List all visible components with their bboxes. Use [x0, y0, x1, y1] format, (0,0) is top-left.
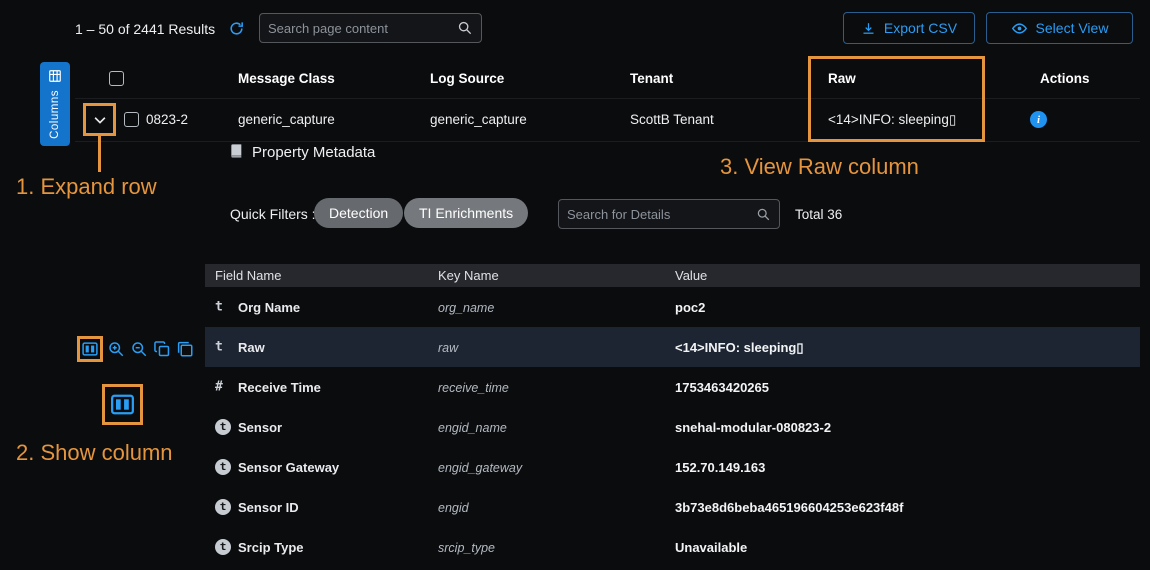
annotation-line-step1: [98, 136, 101, 172]
chevron-down-icon: [91, 111, 109, 129]
details-row[interactable]: Sensor Gateway engid_gateway 152.70.149.…: [205, 447, 1140, 487]
copy-all-button[interactable]: [176, 340, 194, 358]
details-search-input[interactable]: [567, 207, 750, 222]
show-column-button[interactable]: [81, 340, 99, 358]
zoom-out-icon: [130, 340, 148, 358]
copy-all-icon: [176, 340, 194, 358]
field-name: Sensor: [238, 420, 282, 435]
field-name: Srcip Type: [238, 540, 304, 555]
field-name: Org Name: [238, 300, 300, 315]
key-name: org_name: [438, 301, 494, 315]
filter-ti-enrichments[interactable]: TI Enrichments: [404, 198, 528, 228]
row-tenant: ScottB Tenant: [630, 112, 714, 127]
field-name: Raw: [238, 340, 265, 355]
text-circle-type-icon: [215, 459, 231, 475]
search-icon: [457, 20, 473, 36]
select-view-button[interactable]: Select View: [986, 12, 1133, 44]
expand-row-button[interactable]: [87, 107, 112, 132]
details-header-key: Key Name: [438, 268, 499, 283]
page-search: [259, 13, 482, 43]
page-search-input[interactable]: [268, 21, 451, 36]
details-header-value: Value: [675, 268, 707, 283]
log-viewer-screen: 1 – 50 of 2441 Results Export CSV Select…: [0, 0, 1150, 570]
annotation-box-raw-column: [808, 56, 985, 142]
field-value: poc2: [675, 300, 705, 315]
details-table-header: Field Name Key Name Value: [205, 264, 1140, 287]
field-value: snehal-modular-080823-2: [675, 420, 831, 435]
info-icon[interactable]: i: [1030, 111, 1047, 128]
key-name: srcip_type: [438, 541, 495, 555]
key-name: raw: [438, 341, 458, 355]
row-log-source: generic_capture: [430, 112, 527, 127]
columns-button-label: Columns: [49, 90, 61, 139]
details-row[interactable]: Receive Time receive_time 1753463420265: [205, 367, 1140, 407]
text-type-icon: [215, 341, 223, 354]
key-name: engid_gateway: [438, 461, 522, 475]
column-header-tenant[interactable]: Tenant: [630, 71, 673, 86]
key-name: engid_name: [438, 421, 507, 435]
column-header-log-source[interactable]: Log Source: [430, 71, 504, 86]
show-column-button-large[interactable]: [109, 391, 136, 418]
key-name: engid: [438, 501, 469, 515]
refresh-button[interactable]: [228, 20, 245, 37]
field-value: 152.70.149.163: [675, 460, 765, 475]
select-view-label: Select View: [1036, 20, 1109, 36]
field-value: <14>INFO: sleeping▯: [675, 340, 804, 356]
details-header-field: Field Name: [215, 268, 281, 283]
section-title: Property Metadata: [252, 144, 375, 161]
show-column-icon: [109, 391, 136, 418]
copy-button[interactable]: [153, 340, 171, 358]
row-id: 0823-2: [146, 112, 188, 127]
results-count: 1 – 50 of 2441 Results: [75, 21, 215, 37]
row-divider: [75, 141, 1140, 142]
download-icon: [861, 21, 876, 36]
text-type-icon: [215, 301, 223, 314]
export-csv-button[interactable]: Export CSV: [843, 12, 975, 44]
show-column-icon: [81, 340, 99, 358]
export-csv-label: Export CSV: [884, 20, 957, 36]
details-row-raw-highlighted[interactable]: Raw raw <14>INFO: sleeping▯: [205, 327, 1140, 367]
total-count: Total 36: [795, 207, 842, 222]
row-message-class: generic_capture: [238, 112, 335, 127]
grid-icon: [48, 69, 62, 83]
quick-filters-label: Quick Filters :: [230, 206, 316, 222]
field-value: 3b73e8d6beba465196604253e623f48f: [675, 500, 903, 515]
column-header-message-class[interactable]: Message Class: [238, 71, 335, 86]
field-value: 1753463420265: [675, 380, 769, 395]
field-name: Sensor Gateway: [238, 460, 339, 475]
text-circle-type-icon: [215, 539, 231, 555]
field-value: Unavailable: [675, 540, 747, 555]
key-name: receive_time: [438, 381, 509, 395]
text-circle-type-icon: [215, 499, 231, 515]
details-search: [558, 199, 780, 229]
zoom-in-icon: [107, 340, 125, 358]
select-all-checkbox[interactable]: [109, 71, 124, 86]
text-circle-type-icon: [215, 419, 231, 435]
annotation-step3: 3. View Raw column: [720, 154, 919, 180]
row-checkbox[interactable]: [124, 112, 139, 127]
details-row[interactable]: Sensor ID engid 3b73e8d6beba465196604253…: [205, 487, 1140, 527]
annotation-step1: 1. Expand row: [16, 174, 157, 200]
refresh-icon: [228, 20, 245, 37]
zoom-out-button[interactable]: [130, 340, 148, 358]
details-row[interactable]: Srcip Type srcip_type Unavailable: [205, 527, 1140, 567]
annotation-step2: 2. Show column: [16, 440, 173, 466]
column-header-actions: Actions: [1040, 71, 1090, 86]
search-icon: [756, 207, 771, 222]
details-row[interactable]: Org Name org_name poc2: [205, 287, 1140, 327]
header-divider: [75, 98, 1140, 99]
zoom-in-button[interactable]: [107, 340, 125, 358]
columns-button[interactable]: Columns: [40, 62, 70, 146]
column-header-raw[interactable]: Raw: [828, 71, 856, 86]
filter-detection[interactable]: Detection: [314, 198, 403, 228]
number-type-icon: [215, 381, 223, 394]
details-row[interactable]: Sensor engid_name snehal-modular-080823-…: [205, 407, 1140, 447]
row-raw-value: <14>INFO: sleeping▯: [828, 112, 956, 128]
field-name: Sensor ID: [238, 500, 299, 515]
copy-icon: [153, 340, 171, 358]
field-name: Receive Time: [238, 380, 321, 395]
eye-icon: [1011, 20, 1028, 37]
book-icon: [228, 143, 244, 159]
